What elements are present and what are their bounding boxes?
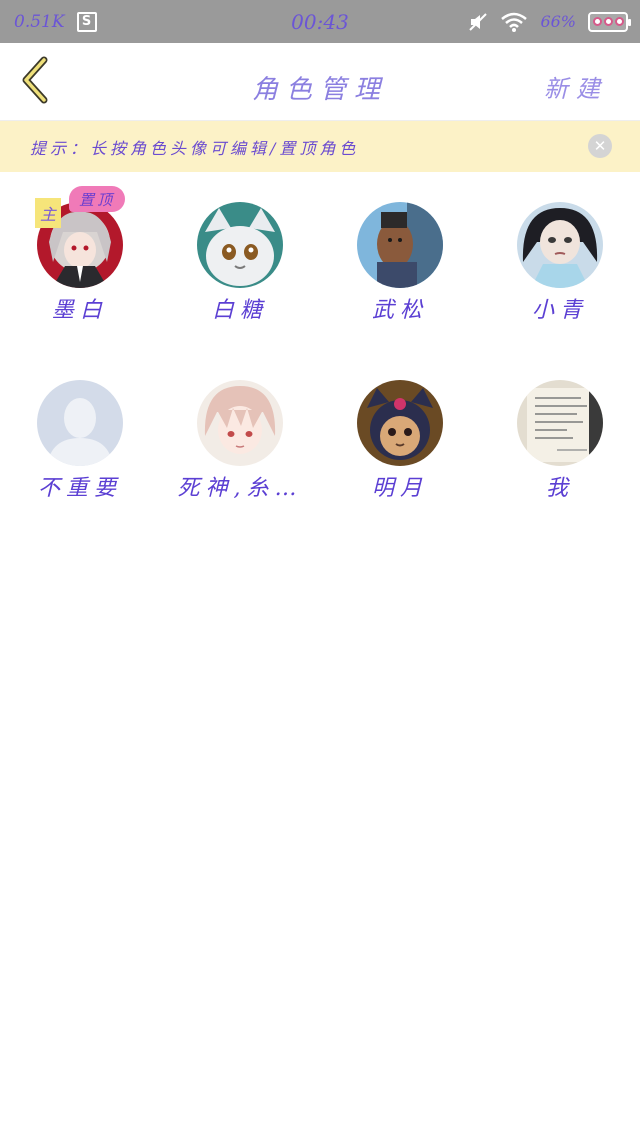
avatar[interactable]	[197, 202, 283, 288]
character-name: 武松	[371, 298, 428, 323]
character-item[interactable]: 武松	[320, 172, 480, 342]
character-name: 我	[545, 476, 574, 501]
mute-icon	[468, 12, 488, 32]
character-item[interactable]: 白糖	[160, 172, 320, 342]
status-right: 66%	[468, 11, 631, 32]
character-item[interactable]: 死神,糸…	[160, 350, 320, 520]
status-time: 00:43	[291, 9, 349, 34]
avatar[interactable]	[517, 380, 603, 466]
header: 角色管理 新建	[0, 43, 640, 121]
page-title: 角色管理	[251, 75, 389, 105]
character-name: 白糖	[211, 298, 268, 323]
network-speed: 0.51K	[14, 11, 65, 32]
character-item[interactable]: 主 置顶 墨白	[0, 172, 160, 342]
battery-icon	[588, 11, 631, 32]
character-item[interactable]: 小青	[480, 172, 640, 342]
chevron-left-icon	[18, 56, 54, 108]
character-name: 不重要	[37, 476, 122, 501]
pinned-badge: 置顶	[69, 186, 125, 212]
status-left: 0.51K S	[14, 11, 97, 32]
character-name: 明月	[371, 476, 428, 501]
main-badge: 主	[35, 198, 61, 228]
s-app-icon: S	[76, 11, 97, 32]
hint-text: 提示：长按角色头像可编辑/置顶角色	[30, 138, 360, 158]
hint-banner: 提示：长按角色头像可编辑/置顶角色 ✕	[0, 121, 640, 172]
close-icon[interactable]: ✕	[588, 134, 612, 158]
back-button[interactable]	[14, 56, 58, 108]
character-item[interactable]: 我	[480, 350, 640, 520]
character-name: 墨白	[51, 298, 108, 323]
character-name: 死神,糸…	[177, 476, 303, 501]
status-bar: 0.51K S 00:43 66%	[0, 0, 640, 43]
avatar[interactable]	[197, 380, 283, 466]
avatar[interactable]	[517, 202, 603, 288]
battery-percent: 66%	[540, 12, 576, 31]
character-name: 小青	[531, 298, 588, 323]
new-character-button[interactable]: 新建	[544, 69, 608, 104]
wifi-icon	[500, 12, 528, 32]
avatar[interactable]	[357, 380, 443, 466]
character-item[interactable]: 明月	[320, 350, 480, 520]
avatar[interactable]	[37, 380, 123, 466]
character-item[interactable]: 不重要	[0, 350, 160, 520]
avatar[interactable]	[357, 202, 443, 288]
